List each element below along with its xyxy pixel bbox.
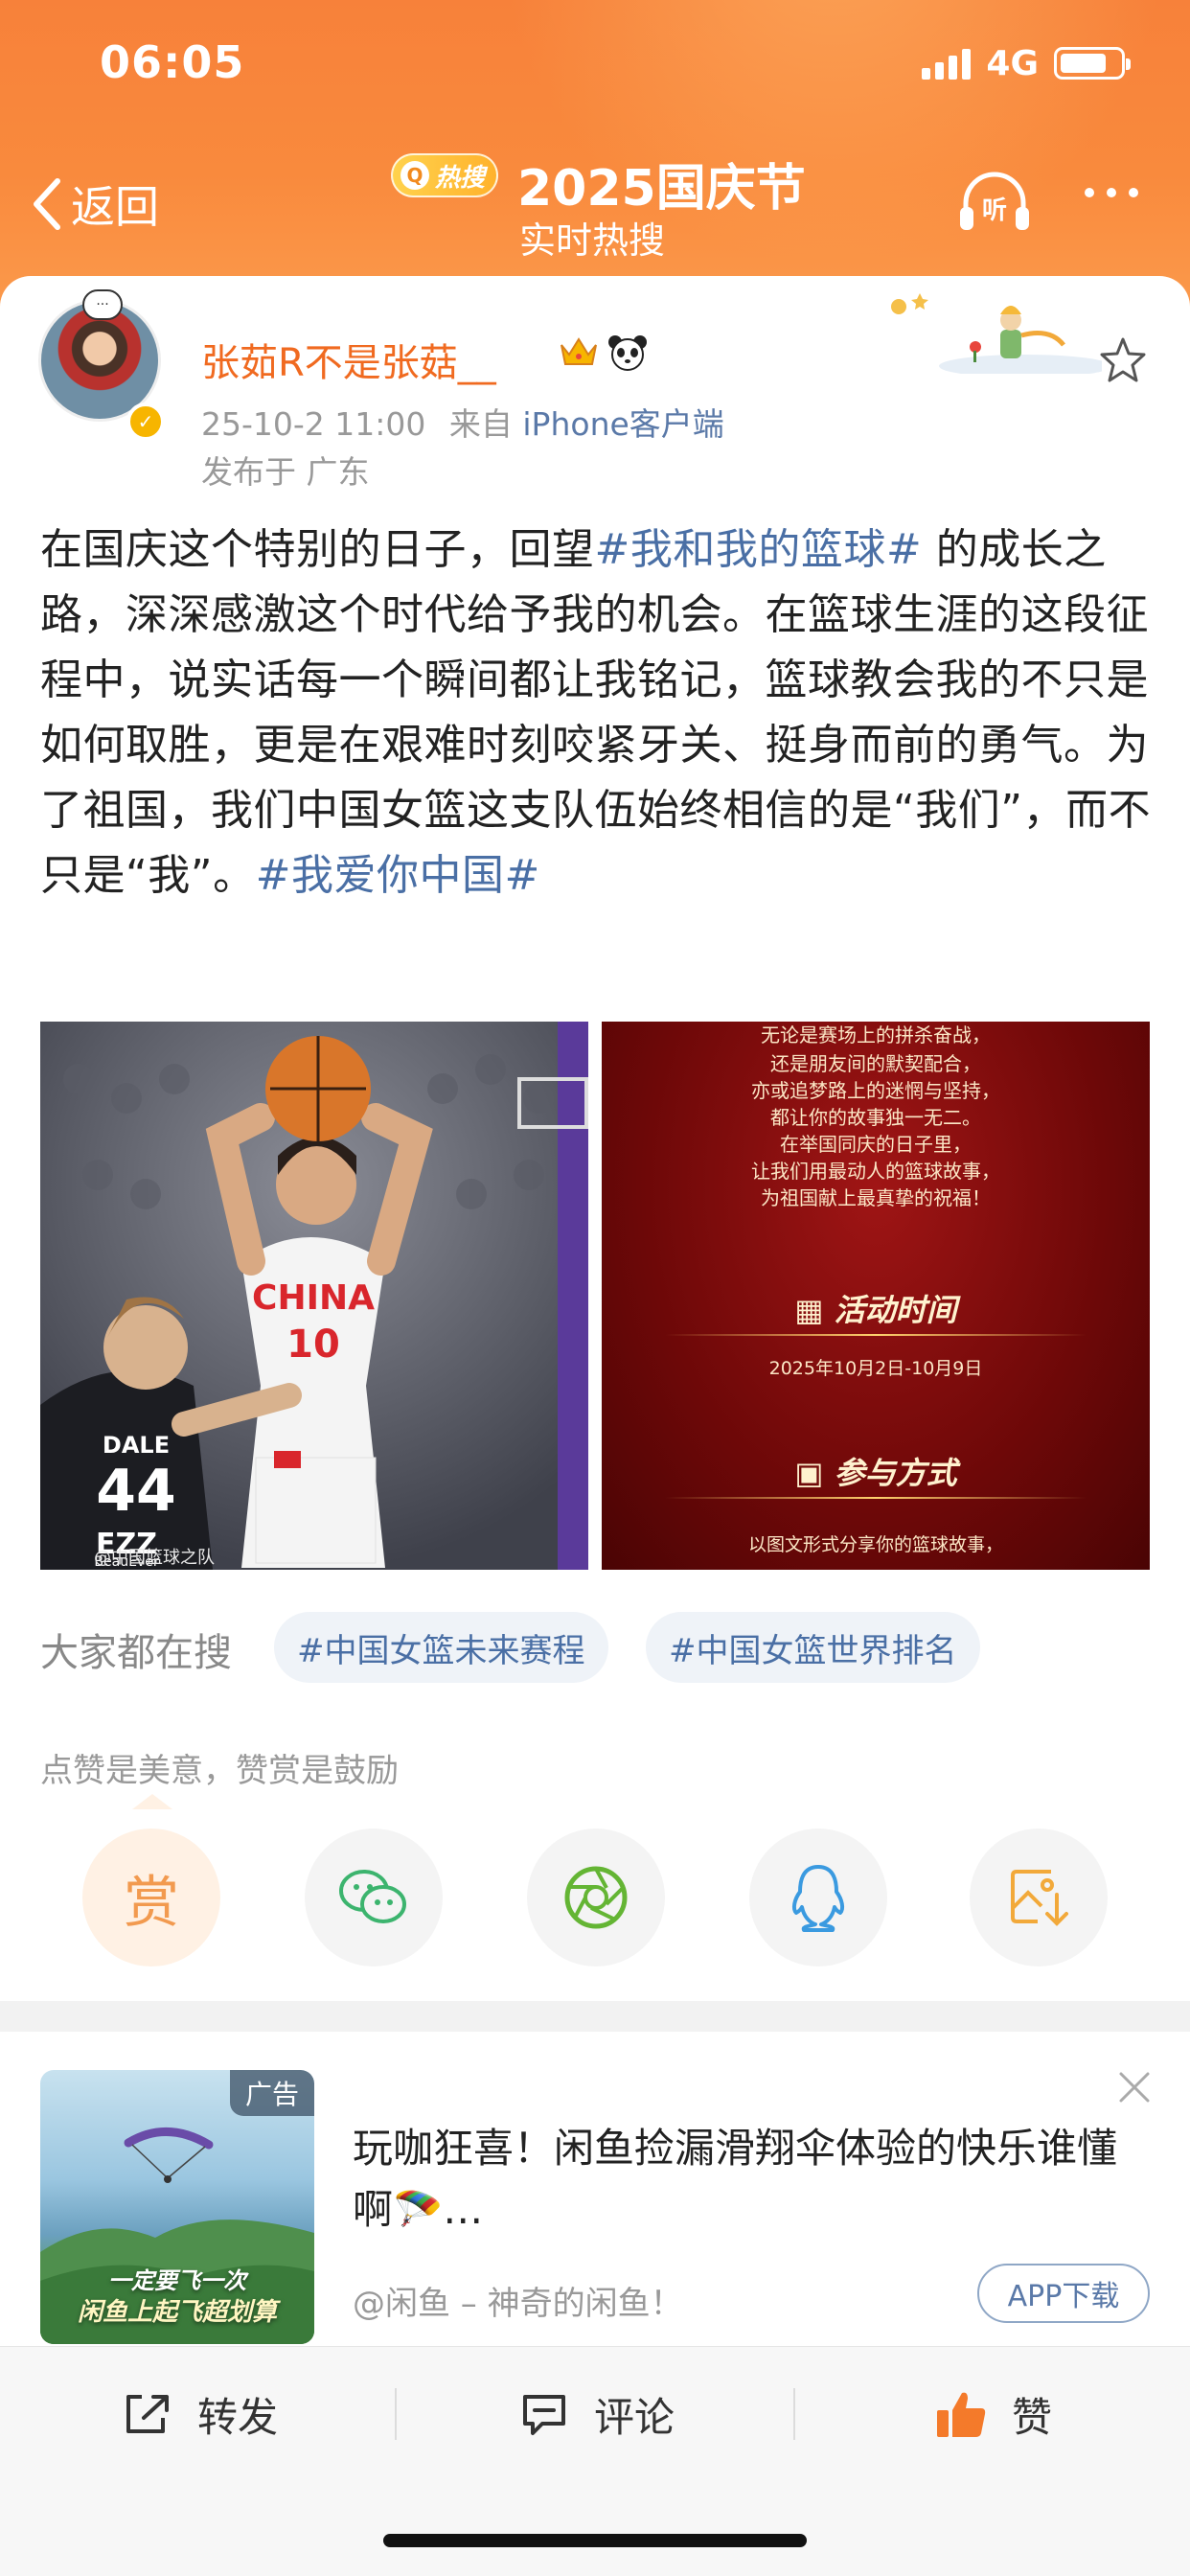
back-label: 返回 [71, 181, 159, 233]
share-qq-button[interactable] [749, 1828, 887, 1966]
ad-slogan: 一定要飞一次 [108, 2267, 246, 2294]
svg-text:CHINA: CHINA [252, 1278, 375, 1318]
search-icon: Q [400, 161, 429, 190]
action-separator [793, 2388, 795, 2440]
hot-badge-label: 热搜 [435, 163, 486, 193]
ad-badge: 广告 [229, 2070, 314, 2116]
hot-search-badge: Q 热搜 [391, 153, 498, 197]
verified-badge-icon: ✓ [126, 402, 165, 441]
little-prince-decoration-icon [891, 293, 1102, 374]
action-separator [395, 2388, 397, 2440]
cards-icon: ▣ [794, 1455, 835, 1491]
poster-line: 无论是赛场上的拼杀奋战， [761, 1024, 991, 1046]
poster-date: 2025年10月2日-10月9日 [768, 1358, 983, 1379]
svg-text:44: 44 [96, 1458, 176, 1525]
share-moments-button[interactable] [527, 1828, 665, 1966]
poster-line: 在举国同庆的日子里， [780, 1133, 972, 1156]
wechat-icon [339, 1870, 406, 1923]
poster-line: 以图文形式分享你的篮球故事， [747, 1534, 1003, 1555]
like-label: 赞 [1012, 2393, 1053, 2441]
ad-slogan: 闲鱼上起飞超划算 [77, 2298, 277, 2327]
poster-heading: ▣ 参与方式 [602, 1449, 1150, 1493]
ad-title[interactable]: 玩咖狂喜！闲鱼捡漏滑翔伞体验的快乐谁懂啊🪂… [353, 2118, 1148, 2241]
svg-text:@中国篮球之队: @中国篮球之队 [94, 1548, 215, 1568]
poster-heading: ▦ 活动时间 [602, 1286, 1150, 1330]
thumbs-up-icon [937, 2392, 986, 2437]
image-download-icon [1011, 1870, 1068, 1926]
post-source[interactable]: iPhone客户端 [522, 405, 723, 443]
signal-icon [922, 47, 972, 80]
reward-button[interactable]: 赏 [82, 1828, 220, 1966]
share-arrow-icon [126, 2395, 169, 2433]
poster-divider [665, 1334, 1087, 1336]
qq-penguin-icon [791, 1865, 845, 1932]
post-image-basketball[interactable]: CHINA 10 DALE 44 EZZ BeauEver @中国篮球之队 [40, 1022, 588, 1570]
more-dot-icon [1085, 188, 1094, 197]
post-text-part: 在国庆这个特别的日子，回望 [40, 525, 595, 574]
star-favorite-icon[interactable] [1098, 335, 1148, 385]
chevron-left-icon [34, 178, 60, 230]
crown-icon [561, 337, 597, 365]
page-subtitle: 实时热搜 [519, 219, 666, 262]
poster-line: 亦或追梦路上的迷惘与坚持， [751, 1079, 1000, 1102]
headphones-icon: 听 [960, 172, 1029, 230]
more-dot-icon [1107, 188, 1116, 197]
more-dot-icon [1129, 188, 1138, 197]
like-button[interactable]: 赞 [935, 2382, 1052, 2446]
svg-text:听: 听 [982, 196, 1007, 225]
svg-text:DALE: DALE [103, 1432, 170, 1459]
comment-icon [523, 2395, 565, 2435]
ad-image[interactable]: 广告 一定要飞一次 闲鱼上起飞超划算 [40, 2070, 314, 2344]
hashtag-link[interactable]: #我和我的篮球# [595, 525, 923, 574]
pointer-arrow-icon [132, 1794, 172, 1809]
section-divider [0, 2001, 1190, 2032]
repost-button[interactable]: 转发 [123, 2382, 278, 2446]
post-body: 在国庆这个特别的日子，回望#我和我的篮球# 的成长之路，深深感激这个时代给予我的… [40, 518, 1152, 908]
calendar-icon: ▦ [794, 1292, 835, 1328]
back-button[interactable]: 返回 [29, 171, 159, 238]
status-time: 06:05 [100, 36, 245, 88]
comment-label: 评论 [594, 2393, 675, 2441]
poster-heading-text: 参与方式 [834, 1455, 957, 1491]
poster-divider [665, 1497, 1087, 1499]
comment-button[interactable]: 评论 [519, 2382, 675, 2446]
more-button[interactable] [1085, 188, 1138, 197]
hashtag-link[interactable]: #我爱你中国# [256, 851, 540, 900]
page-title: 2025国庆节 [517, 160, 806, 218]
post-datetime: 25-10-2 11:00 [201, 405, 426, 443]
username[interactable]: 张茹R不是张菇__ [201, 332, 496, 387]
related-search-label: 大家都在搜 [40, 1631, 232, 1675]
poster-line: 为祖国献上最真挚的祝福！ [761, 1186, 991, 1209]
post-text-part: 的成长之路，深深感激这个时代给予我的机会。在篮球生涯的这段征程中，说实话每一个瞬… [40, 525, 1152, 900]
reward-hint: 点赞是美意，赞赏是鼓励 [40, 1752, 399, 1790]
ad-source: @闲鱼 – 神奇的闲鱼！ [353, 2285, 683, 2323]
poster-heading-text: 活动时间 [834, 1292, 957, 1328]
save-image-button[interactable] [970, 1828, 1108, 1966]
camera-aperture-icon [564, 1866, 628, 1929]
poster-line: 还是朋友间的默契配合， [770, 1052, 981, 1075]
status-indicators: 4G [922, 43, 1131, 83]
app-download-button[interactable]: APP下载 [977, 2264, 1150, 2323]
repost-label: 转发 [197, 2393, 279, 2441]
battery-icon [1054, 47, 1131, 80]
close-icon[interactable] [1117, 2070, 1152, 2104]
network-label: 4G [986, 43, 1039, 83]
panda-icon [608, 335, 647, 371]
related-search-chip[interactable]: #中国女篮世界排名 [646, 1612, 980, 1683]
avatar-pendant-icon: ··· [82, 289, 123, 320]
home-indicator [383, 2534, 807, 2547]
basketball-photo-illustration: CHINA 10 DALE 44 EZZ BeauEver @中国篮球之队 [40, 1022, 588, 1570]
post-location: 发布于 广东 [201, 453, 370, 491]
reward-label: 赏 [123, 1870, 179, 1935]
poster-line: 都让你的故事独一无二。 [770, 1106, 981, 1129]
svg-text:10: 10 [286, 1322, 340, 1367]
related-search-chip[interactable]: #中国女篮未来赛程 [274, 1612, 608, 1683]
post-source-prefix: 来自 [448, 405, 513, 443]
poster-line: 让我们用最动人的篮球故事， [751, 1160, 1000, 1183]
listen-button[interactable]: 听 [956, 169, 1033, 236]
share-wechat-button[interactable] [305, 1828, 443, 1966]
post-image-event-poster[interactable]: 无论是赛场上的拼杀奋战， 还是朋友间的默契配合， 亦或追梦路上的迷惘与坚持， 都… [602, 1022, 1150, 1570]
post-meta: 25-10-2 11:00 来自 iPhone客户端 [201, 399, 724, 445]
